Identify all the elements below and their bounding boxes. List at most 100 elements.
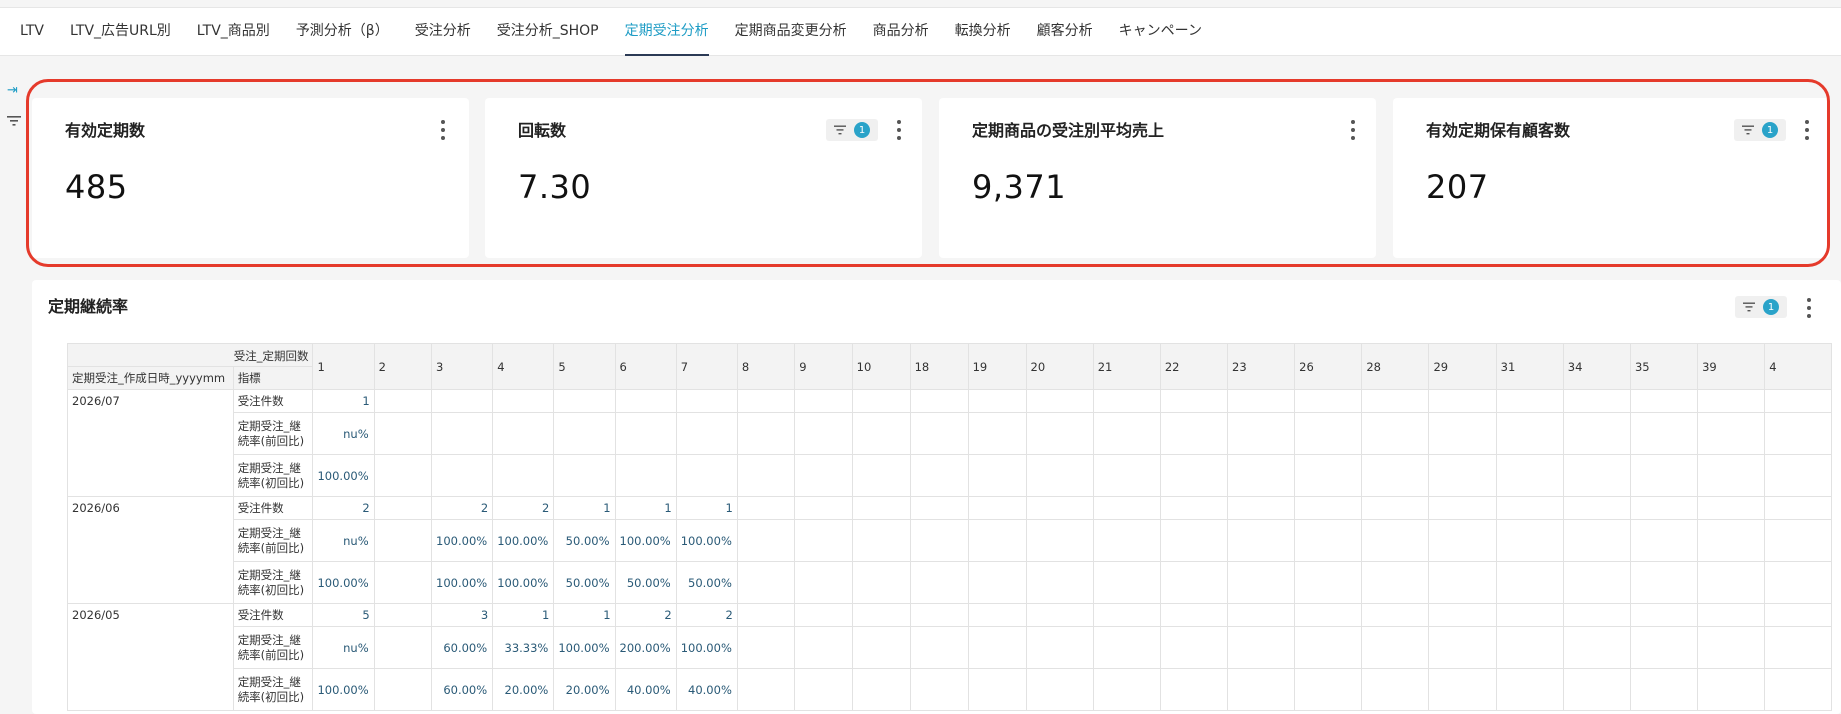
value-cell xyxy=(1562,519,1631,562)
value-cell xyxy=(1697,454,1766,497)
value-cell xyxy=(1629,412,1699,455)
value-cell xyxy=(1764,389,1832,413)
value-cell xyxy=(1629,454,1699,497)
value-cell xyxy=(1361,626,1430,669)
tab-item[interactable]: 受注分析_SHOP xyxy=(497,8,599,56)
value-cell: 1 xyxy=(553,496,616,520)
tab-item[interactable]: 予測分析（β） xyxy=(296,8,389,56)
tab-item[interactable]: LTV_広告URL別 xyxy=(70,8,171,56)
tab-item[interactable]: キャンペーン xyxy=(1119,8,1202,56)
value-cell xyxy=(675,389,738,413)
table-row: 2026/06 受注件数 2 2 2 1 1 1 xyxy=(67,496,1832,604)
value-cell xyxy=(1159,519,1229,562)
value-cell xyxy=(1428,412,1497,455)
value-cell xyxy=(1764,561,1832,604)
filter-icon[interactable] xyxy=(7,112,21,131)
value-cell xyxy=(1025,626,1094,669)
value-cell: nu% xyxy=(312,412,375,455)
value-cell xyxy=(1697,496,1766,520)
value-cell xyxy=(1092,412,1161,455)
value-cell xyxy=(1025,454,1094,497)
value-cell: 100.00% xyxy=(614,519,677,562)
value-cell: 50.00% xyxy=(553,561,616,604)
pivot-table-wrap[interactable]: 受注_定期回数 1 2 3 4 5 6 7 8 9 10 18 19 20 21 22 23 26 28 29 31 34… xyxy=(67,343,1832,714)
value-cell xyxy=(1764,412,1832,455)
value-cell xyxy=(736,454,796,497)
value-cell xyxy=(1025,412,1094,455)
filter-icon xyxy=(1743,302,1755,312)
tab-item[interactable]: 転換分析 xyxy=(955,8,1011,56)
value-cell xyxy=(1226,603,1296,627)
value-cell: 100.00% xyxy=(312,454,375,497)
value-cell xyxy=(851,561,911,604)
value-cell xyxy=(794,412,853,455)
value-cell xyxy=(373,454,433,497)
metric-cell: 受注件数 xyxy=(232,603,314,627)
column-header: 34 xyxy=(1562,343,1631,390)
metric-cell: 定期受注_継続率(初回比) xyxy=(232,668,314,711)
value-cell xyxy=(794,626,853,669)
column-header: 23 xyxy=(1226,343,1296,390)
value-cell xyxy=(1764,603,1832,627)
value-cell: 2 xyxy=(614,603,677,627)
value-cell xyxy=(967,603,1027,627)
value-cell xyxy=(1092,389,1161,413)
value-cell: 100.00% xyxy=(675,626,738,669)
tab-item[interactable]: 定期受注分析 xyxy=(624,8,709,56)
value-cell xyxy=(967,668,1027,711)
value-cell xyxy=(1226,626,1296,669)
column-header: 35 xyxy=(1629,343,1699,390)
value-cell: 50.00% xyxy=(553,519,616,562)
value-cell xyxy=(1226,389,1296,413)
value-cell: 100.00% xyxy=(553,626,616,669)
value-cell xyxy=(1092,454,1161,497)
value-cell xyxy=(1428,496,1497,520)
tab-item[interactable]: 定期商品変更分析 xyxy=(735,8,847,56)
value-cell xyxy=(794,561,853,604)
value-cell xyxy=(1226,668,1296,711)
column-header: 3 xyxy=(431,343,494,390)
value-cell xyxy=(1629,626,1699,669)
value-cell xyxy=(1629,603,1699,627)
value-cell xyxy=(909,412,969,455)
value-cell xyxy=(492,389,555,413)
value-cell: 1 xyxy=(492,603,555,627)
value-cell xyxy=(1025,561,1094,604)
metric-cell: 定期受注_継続率(前回比) xyxy=(232,519,314,562)
column-header: 31 xyxy=(1495,343,1564,390)
value-cell xyxy=(1294,496,1363,520)
column-header: 28 xyxy=(1361,343,1430,390)
value-cell xyxy=(909,668,969,711)
value-cell xyxy=(1697,668,1766,711)
tab-item[interactable]: 商品分析 xyxy=(873,8,929,56)
tab-item[interactable]: 受注分析 xyxy=(415,8,471,56)
metric-cell: 受注件数 xyxy=(232,389,314,413)
tab-item[interactable]: LTV_商品別 xyxy=(197,8,270,56)
more-menu-icon[interactable] xyxy=(1803,298,1815,318)
tab-bar: LTV LTV_広告URL別 LTV_商品別 予測分析（β） 受注分析 受注分析_SHOP… xyxy=(0,8,1841,56)
value-cell xyxy=(794,454,853,497)
filter-chip[interactable]: 1 xyxy=(1735,296,1787,318)
column-header: 6 xyxy=(614,343,677,390)
value-cell: 1 xyxy=(675,496,738,520)
value-cell: 100.00% xyxy=(492,561,555,604)
value-cell xyxy=(1562,668,1631,711)
value-cell xyxy=(851,626,911,669)
value-cell xyxy=(1361,561,1430,604)
value-cell: 2 xyxy=(492,496,555,520)
value-cell xyxy=(736,496,796,520)
expand-sidebar-icon[interactable]: ⇥ xyxy=(7,83,18,98)
value-cell xyxy=(1294,668,1363,711)
column-header: 26 xyxy=(1294,343,1363,390)
value-cell xyxy=(851,668,911,711)
tab-item[interactable]: LTV xyxy=(20,8,44,56)
kpi-highlight-outline xyxy=(26,79,1830,267)
value-cell xyxy=(1159,561,1229,604)
value-cell xyxy=(1361,389,1430,413)
value-cell xyxy=(431,389,494,413)
column-header: 39 xyxy=(1697,343,1766,390)
value-cell xyxy=(736,561,796,604)
column-header: 10 xyxy=(851,343,911,390)
value-cell xyxy=(1361,412,1430,455)
tab-item[interactable]: 顧客分析 xyxy=(1037,8,1093,56)
